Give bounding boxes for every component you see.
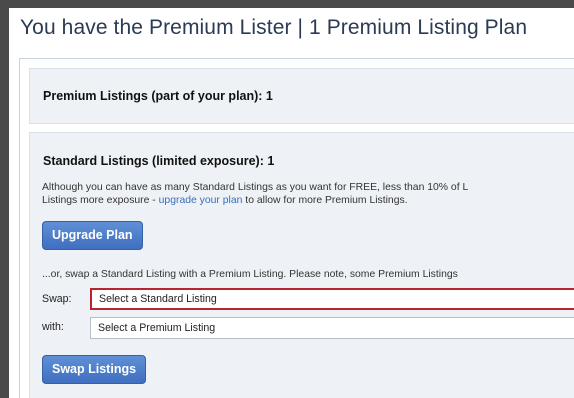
standard-listings-title: Standard Listings (limited exposure): 1 — [43, 154, 275, 168]
description-line-2-suffix: to allow for more Premium Listings. — [242, 195, 408, 206]
swap-label: Swap: — [42, 293, 72, 305]
standard-listing-select[interactable]: Select a Standard Listing — [90, 288, 574, 310]
upgrade-plan-link[interactable]: upgrade your plan — [159, 195, 243, 206]
page-title: You have the Premium Lister | 1 Premium … — [20, 16, 528, 39]
description-line-2-prefix: Listings more exposure - — [42, 195, 159, 206]
listings-panel: Premium Listings (part of your plan): 1 … — [19, 58, 574, 398]
standard-listings-description: Although you can have as many Standard L… — [42, 181, 574, 207]
premium-listings-title: Premium Listings (part of your plan): 1 — [43, 89, 273, 103]
description-line-1: Although you can have as many Standard L… — [42, 182, 469, 193]
swap-instructions: ...or, swap a Standard Listing with a Pr… — [42, 269, 458, 280]
description-line-2: Listings more exposure - upgrade your pl… — [42, 194, 574, 207]
window-frame-top — [0, 0, 574, 8]
swap-listings-button[interactable]: Swap Listings — [42, 355, 147, 384]
with-label: with: — [42, 321, 64, 333]
standard-listings-section: Standard Listings (limited exposure): 1 … — [29, 132, 574, 398]
premium-listings-section: Premium Listings (part of your plan): 1 — [29, 68, 574, 124]
window-frame-left — [0, 0, 9, 398]
premium-listing-select[interactable]: Select a Premium Listing — [90, 317, 574, 339]
upgrade-plan-button[interactable]: Upgrade Plan — [42, 221, 143, 250]
